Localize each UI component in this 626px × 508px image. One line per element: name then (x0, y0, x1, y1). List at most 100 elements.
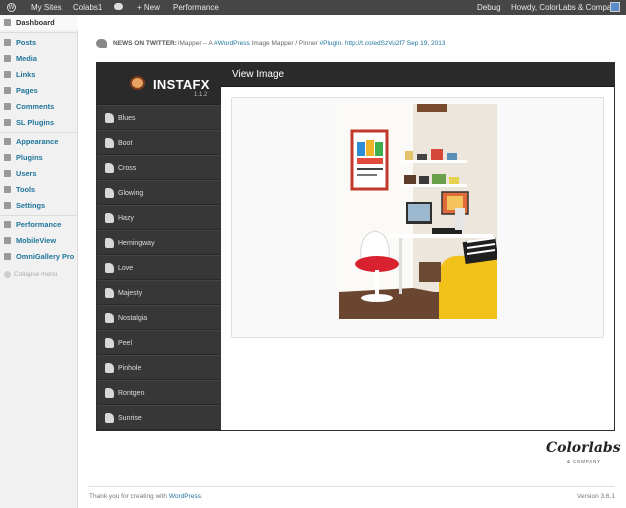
menu-plugins[interactable]: Plugins (0, 150, 78, 165)
filter-label: Sunrise (118, 415, 142, 422)
footer-version: Version 3.6.1 (577, 493, 615, 500)
filter-pinhole[interactable]: Pinhole (97, 355, 221, 380)
menu-media[interactable]: Media (0, 51, 78, 66)
dashboard-icon (4, 19, 11, 26)
menu-tools[interactable]: Tools (0, 182, 78, 197)
wordpress-logo-icon[interactable]: W (7, 3, 16, 12)
menu-label: Posts (16, 38, 37, 47)
filter-hazy[interactable]: Hazy (97, 205, 221, 230)
menu-label: Appearance (16, 137, 59, 146)
filter-rontgen[interactable]: Rontgen (97, 380, 221, 405)
performance-link[interactable]: Performance (173, 0, 219, 15)
menu-settings[interactable]: Settings (0, 198, 78, 213)
wordpress-link[interactable]: WordPress (169, 493, 201, 500)
preview-photo (339, 104, 497, 319)
filter-boot[interactable]: Boot (97, 130, 221, 155)
menu-label: Plugins (16, 153, 43, 162)
filter-love[interactable]: Love (97, 255, 221, 280)
menu-label: Performance (16, 220, 62, 229)
colorlabs-subtitle: & COMPANY (567, 459, 601, 464)
filter-label: Cross (118, 165, 137, 172)
my-sites-link[interactable]: My Sites (31, 0, 62, 15)
puzzle-icon (105, 288, 114, 298)
plugins-icon (4, 154, 11, 161)
view-image-title: View Image (232, 69, 285, 80)
sl-plugins-icon (4, 119, 11, 126)
menu-separator (0, 215, 78, 216)
filter-label: Hemingway (118, 240, 155, 247)
site-name-link[interactable]: Colabs1 (73, 0, 102, 15)
filter-sunrise[interactable]: Sunrise (97, 405, 221, 430)
puzzle-icon (105, 363, 114, 373)
menu-label: SL Plugins (16, 118, 55, 127)
filter-peel[interactable]: Peel (97, 330, 221, 355)
puzzle-icon (105, 238, 114, 248)
filter-label: Peel (118, 340, 133, 347)
tweet-date-link[interactable]: Sep 19, 2013 (407, 40, 446, 47)
menu-mobileview[interactable]: MobileView (0, 233, 78, 248)
menu-label: Pages (16, 86, 38, 95)
puzzle-icon (105, 413, 114, 423)
filter-label: Hazy (118, 215, 134, 222)
puzzle-icon (105, 213, 114, 223)
menu-dashboard[interactable]: Dashboard (0, 15, 78, 30)
admin-bar: W My Sites Colabs1 + New Performance Deb… (0, 0, 626, 15)
footer-thanks: Thank you for creating with WordPress. (89, 493, 203, 500)
menu-links[interactable]: Links (0, 67, 78, 82)
menu-label: Tools (16, 185, 36, 194)
menu-pages[interactable]: Pages (0, 83, 78, 98)
appearance-icon (4, 138, 11, 145)
howdy-user-link[interactable]: Howdy, ColorLabs & Company (511, 0, 620, 15)
filter-glowing[interactable]: Glowing (97, 180, 221, 205)
menu-performance[interactable]: Performance (0, 217, 78, 232)
hashtag-wordpress-link[interactable]: #WordPress (214, 40, 250, 47)
comments-icon (4, 103, 11, 110)
puzzle-icon (105, 188, 114, 198)
debug-link[interactable]: Debug (477, 0, 501, 15)
puzzle-icon (105, 113, 114, 123)
filter-cross[interactable]: Cross (97, 155, 221, 180)
mobileview-icon (4, 237, 11, 244)
omnigallery-icon (4, 253, 11, 260)
menu-sl-plugins[interactable]: SL Plugins (0, 115, 78, 130)
menu-appearance[interactable]: Appearance (0, 134, 78, 149)
comment-bubble-icon[interactable] (114, 3, 123, 10)
filter-label: Blues (118, 115, 136, 122)
colorlabs-logo: Colorlabs (546, 440, 621, 456)
menu-posts[interactable]: Posts (0, 35, 78, 50)
menu-separator (0, 32, 78, 33)
puzzle-icon (105, 163, 114, 173)
filter-blues[interactable]: Blues (97, 105, 221, 130)
menu-label: OmniGallery Pro (16, 252, 75, 261)
image-content-area (221, 87, 614, 430)
menu-label: MobileView (16, 236, 57, 245)
menu-separator (0, 132, 78, 133)
media-icon (4, 55, 11, 62)
users-icon (4, 170, 11, 177)
menu-comments[interactable]: Comments (0, 99, 78, 114)
user-avatar[interactable] (610, 2, 620, 12)
filter-hemingway[interactable]: Hemingway (97, 230, 221, 255)
filter-nostalgia[interactable]: Nostalgia (97, 305, 221, 330)
menu-label: Media (16, 54, 37, 63)
filter-majesty[interactable]: Majesty (97, 280, 221, 305)
collapse-menu-button[interactable]: Collapse menu (4, 271, 57, 278)
menu-label: Users (16, 169, 37, 178)
new-content-link[interactable]: + New (137, 0, 160, 15)
footer-thanks-suffix: . (200, 493, 203, 500)
filter-label: Pinhole (118, 365, 142, 372)
menu-omnigallery[interactable]: OmniGallery Pro (0, 249, 78, 264)
menu-users[interactable]: Users (0, 166, 78, 181)
tweet-text: iMapper – A #WordPress Image Mapper / Pi… (178, 40, 445, 47)
filter-label: Nostalgia (118, 315, 148, 322)
view-image-header: View Image (221, 63, 614, 87)
collapse-label: Collapse menu (14, 271, 58, 279)
image-panel (231, 97, 604, 338)
settings-icon (4, 202, 11, 209)
tweet-url-link[interactable]: http://t.co/edSzVu2f7 (345, 40, 405, 47)
hashtag-plugin-link[interactable]: #Plugin (320, 40, 342, 47)
tweet-prefix: iMapper – A (178, 40, 215, 47)
twitter-bird-icon (96, 39, 107, 48)
instafx-panel: INSTAFX 1.1.2 Blues Boot Cross Glowing H… (96, 62, 615, 431)
performance-icon (4, 221, 11, 228)
